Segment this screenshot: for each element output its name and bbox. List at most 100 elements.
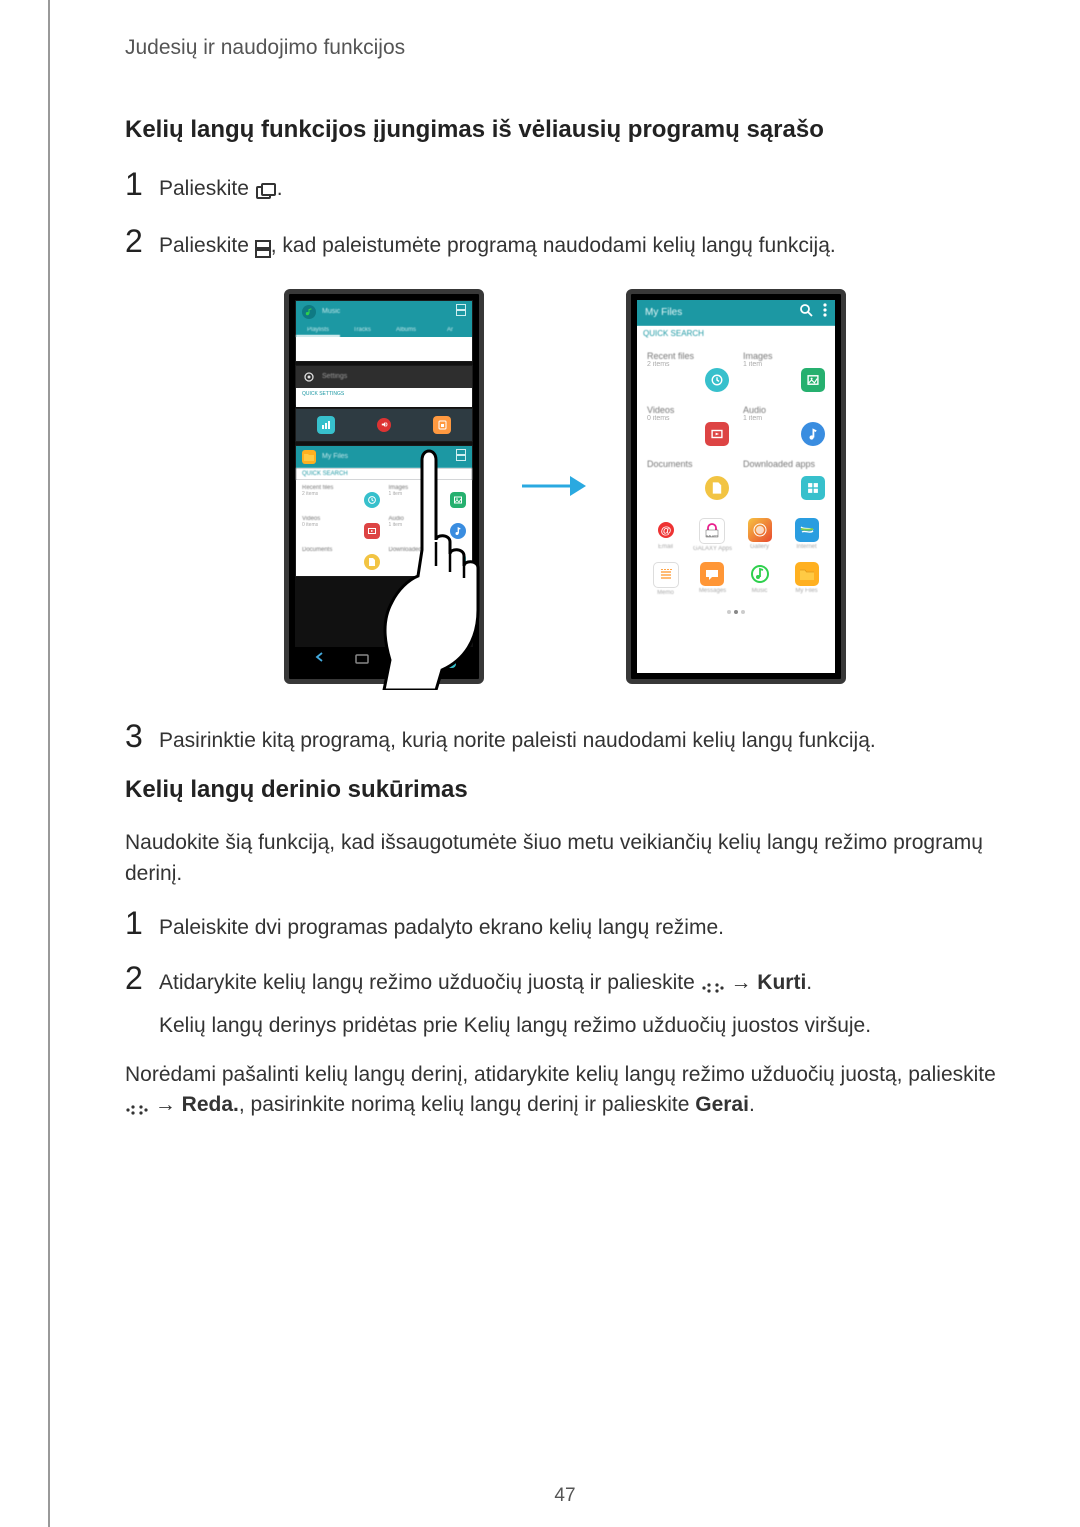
music-note-icon <box>450 523 466 539</box>
svg-text:GALAXY: GALAXY <box>706 534 718 538</box>
label: 0 items <box>647 415 729 422</box>
clock-icon <box>364 492 380 508</box>
phone-mockup-right: My Files QUICK SEARCH Recent files 2 ite… <box>626 289 846 684</box>
email-app-icon: @ <box>654 518 678 542</box>
step-number: 1 <box>125 168 159 200</box>
split-window-icon <box>255 234 271 264</box>
label: GALAXY Apps <box>693 546 732 552</box>
recent-apps-icon <box>255 177 277 207</box>
text: Pasirinktie kitą programą, kurią norite … <box>159 720 1005 756</box>
label: 1 item <box>743 361 825 368</box>
tab: Albums <box>384 323 428 337</box>
text: Paleiskite dvi programas padalyto ekrano… <box>159 907 1005 943</box>
label: Recent files <box>647 351 729 361</box>
text: , kad paleistumėte programą naudodami ke… <box>271 234 836 257</box>
tab: Ar <box>428 323 472 337</box>
svg-text:@: @ <box>660 525 671 537</box>
label: Internet <box>796 544 816 550</box>
label: Documents <box>302 547 380 553</box>
more-icon <box>823 303 827 322</box>
tab: Tracks <box>340 323 384 337</box>
label: My Files <box>795 588 817 594</box>
settings-icon <box>302 370 316 384</box>
label: Gallery <box>750 544 769 550</box>
internet-app-icon <box>795 518 819 542</box>
text: Norėdami pašalinti kelių langų derinį, a… <box>125 1063 996 1086</box>
app-title: Settings <box>322 373 347 380</box>
text: . <box>806 971 812 994</box>
label: Music <box>752 588 768 594</box>
six-dots-icon <box>701 971 725 1001</box>
label: 2 items <box>647 361 729 368</box>
text: . <box>749 1093 755 1116</box>
step-2b: 2 Atidarykite kelių langų režimo užduoči… <box>125 962 1005 1042</box>
phone-mockup-left: Music Playlists Tracks Albums Ar <box>284 289 484 684</box>
multi-window-button <box>440 652 456 668</box>
memo-app-icon <box>653 562 679 588</box>
apps-icon <box>801 476 825 500</box>
label: Audio <box>743 405 825 415</box>
home-icon <box>354 650 370 669</box>
breadcrumb: Judesių ir naudojimo funkcijos <box>125 36 1005 60</box>
label: Downloaded apps <box>743 459 825 469</box>
video-icon <box>364 523 380 539</box>
step-number: 2 <box>125 962 159 994</box>
page-indicator <box>637 604 835 620</box>
image-icon <box>450 492 466 508</box>
step-3: 3 Pasirinktie kitą programą, kurią norit… <box>125 720 1005 756</box>
app-title: My Files <box>645 307 682 318</box>
tab: Playlists <box>296 323 340 337</box>
label: Images <box>743 351 825 361</box>
label: QUICK SEARCH <box>637 326 835 342</box>
page-number: 47 <box>50 1485 1080 1507</box>
step-1: 1 Palieskite . <box>125 168 1005 207</box>
video-icon <box>705 422 729 446</box>
label: Memo <box>657 590 674 596</box>
messages-app-icon <box>700 562 724 586</box>
music-icon <box>302 305 316 319</box>
document-icon <box>705 476 729 500</box>
clock-icon <box>705 368 729 392</box>
heading-multiwindow-recent: Kelių langų funkcijos įjungimas iš vėlia… <box>125 116 1005 144</box>
step-number: 2 <box>125 225 159 257</box>
image-icon <box>801 368 825 392</box>
split-window-icon <box>456 448 466 466</box>
music-note-icon <box>801 422 825 446</box>
chart-icon <box>317 416 335 434</box>
label: Documents <box>647 459 729 469</box>
figure: Music Playlists Tracks Albums Ar <box>125 289 1005 684</box>
text: → <box>725 971 758 994</box>
paragraph: Norėdami pašalinti kelių langų derinį, a… <box>125 1060 1005 1124</box>
search-icon <box>799 303 813 322</box>
step-number: 3 <box>125 720 159 752</box>
apps-icon <box>450 554 466 570</box>
text: Kelių langų derinys pridėtas prie Kelių … <box>159 1014 871 1037</box>
label: Videos <box>647 405 729 415</box>
arrow-right-icon <box>520 462 590 510</box>
bold-text: Gerai <box>695 1093 749 1116</box>
folder-icon <box>302 450 316 464</box>
step-1b: 1 Paleiskite dvi programas padalyto ekra… <box>125 907 1005 943</box>
app-title: My Files <box>322 453 348 460</box>
label: Downloaded <box>389 547 467 553</box>
bold-text: Kurti <box>757 971 806 994</box>
text: Atidarykite kelių langų režimo užduočių … <box>159 971 701 994</box>
bold-text: Reda. <box>182 1093 239 1116</box>
six-dots-icon <box>125 1093 149 1123</box>
label: 1 item <box>743 415 825 422</box>
text: Palieskite <box>159 177 255 200</box>
step-2: 2 Palieskite , kad paleistumėte programą… <box>125 225 1005 264</box>
music-app-icon <box>748 562 772 586</box>
close-all-icon <box>397 651 413 669</box>
text: . <box>277 177 283 200</box>
text: → <box>149 1093 182 1116</box>
label: Email <box>658 544 673 550</box>
heading-create-combo: Kelių langų derinio sukūrimas <box>125 776 1005 804</box>
label: Messages <box>699 588 726 594</box>
split-window-icon <box>456 303 466 321</box>
label: QUICK SETTINGS <box>296 388 472 407</box>
text: Palieskite <box>159 234 255 257</box>
gallery-app-icon <box>748 518 772 542</box>
app-title: Music <box>322 308 340 315</box>
paragraph: Naudokite šią funkciją, kad išsaugotumėt… <box>125 828 1005 889</box>
